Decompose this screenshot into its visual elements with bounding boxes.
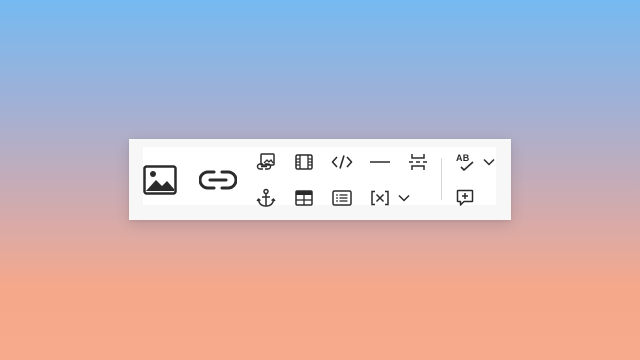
chevron-down-icon (483, 153, 495, 171)
spell-check-button[interactable]: AB (450, 148, 480, 176)
image-link-icon (256, 152, 276, 172)
linked-image-button[interactable] (251, 148, 281, 176)
variables-button[interactable] (365, 184, 395, 212)
table-of-contents-button[interactable] (327, 184, 357, 212)
spell-check-dropdown-button[interactable] (481, 154, 497, 170)
page-break-icon (408, 153, 428, 171)
media-button[interactable] (289, 148, 319, 176)
horizontal-line-icon (369, 160, 391, 164)
anchor-icon (256, 188, 276, 208)
chevron-down-icon (398, 189, 410, 207)
variables-dropdown-button[interactable] (396, 190, 412, 206)
code-button[interactable] (327, 148, 357, 176)
insert-link-button[interactable] (196, 158, 240, 202)
link-icon (199, 169, 237, 191)
film-icon (295, 154, 313, 170)
spell-check-label: AB (456, 153, 470, 163)
add-comment-button[interactable] (450, 184, 480, 212)
toc-icon (332, 190, 352, 206)
variable-icon (370, 190, 390, 206)
toolbar-divider (441, 158, 442, 200)
anchor-button[interactable] (251, 184, 281, 212)
add-comment-icon (456, 189, 474, 207)
page-break-button[interactable] (403, 148, 433, 176)
table-button[interactable] (289, 184, 319, 212)
image-icon (143, 165, 177, 195)
spell-check-icon: AB (454, 152, 476, 172)
insert-image-button[interactable] (138, 158, 182, 202)
horizontal-line-button[interactable] (365, 148, 395, 176)
table-icon (295, 190, 313, 206)
code-icon (331, 154, 353, 170)
